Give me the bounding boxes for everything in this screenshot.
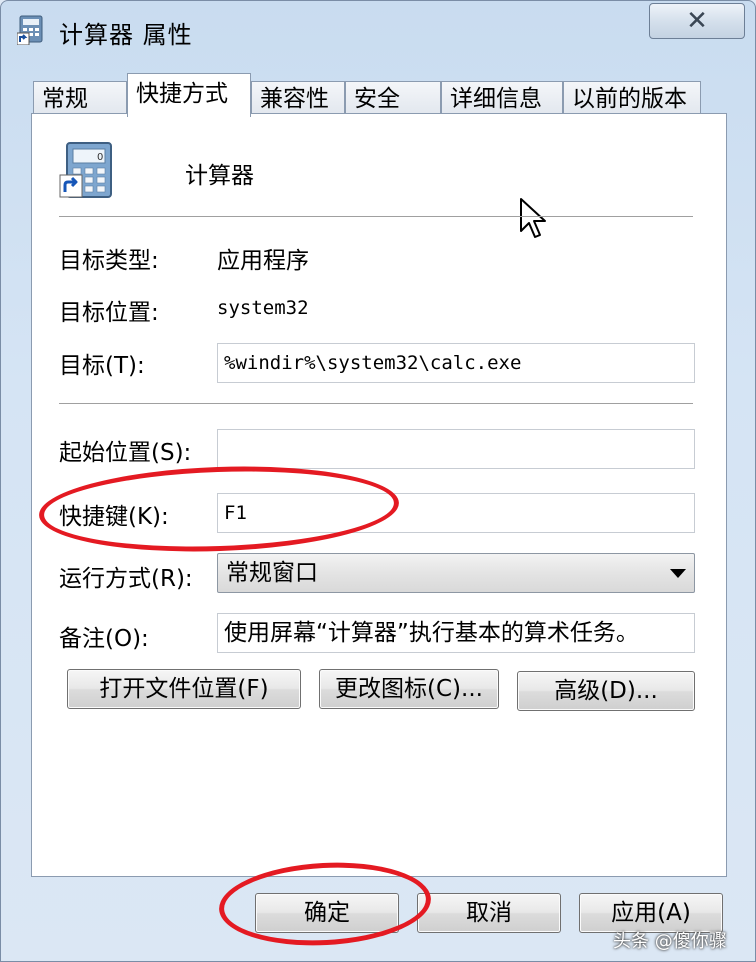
hotkey-field[interactable]: F1 [217, 493, 695, 533]
close-button[interactable]: ✕ [649, 3, 745, 39]
tab-compatibility[interactable]: 兼容性 [251, 81, 345, 115]
comment-label: 备注(O): [59, 626, 149, 652]
target-type-value: 应用程序 [217, 248, 309, 274]
separator [59, 403, 693, 404]
start-in-label: 起始位置(S): [59, 440, 192, 466]
target-location-value: system32 [217, 297, 309, 319]
run-select[interactable]: 常规窗口 [217, 553, 695, 593]
cancel-button[interactable]: 取消 [417, 893, 561, 933]
chevron-down-icon [670, 569, 686, 578]
separator [59, 216, 693, 217]
run-label: 运行方式(R): [59, 566, 193, 592]
tab-general[interactable]: 常规 [33, 81, 127, 115]
run-select-value: 常规窗口 [226, 560, 318, 586]
hotkey-label: 快捷键(K): [59, 504, 169, 530]
target-label: 目标(T): [59, 353, 145, 379]
open-file-location-button[interactable]: 打开文件位置(F) [67, 669, 301, 709]
target-field[interactable]: %windir%\system32\calc.exe [217, 343, 695, 383]
properties-window: 计算器 属性 ✕ 常规 快捷方式 兼容性 安全 详细信息 以前的版本 0 计算器… [0, 0, 756, 962]
tab-details[interactable]: 详细信息 [441, 81, 563, 115]
calculator-icon [17, 15, 43, 45]
close-icon: ✕ [686, 6, 708, 36]
shortcut-name: 计算器 [185, 163, 254, 189]
calculator-icon: 0 [59, 142, 112, 198]
tab-security[interactable]: 安全 [345, 81, 441, 115]
change-icon-button[interactable]: 更改图标(C)... [319, 669, 499, 709]
target-location-label: 目标位置: [59, 300, 159, 326]
tab-previous-versions[interactable]: 以前的版本 [563, 81, 701, 115]
target-type-label: 目标类型: [59, 248, 159, 274]
title-bar[interactable]: 计算器 属性 ✕ [1, 1, 755, 61]
watermark: 头条 @傻你骤 [613, 931, 727, 952]
shortcut-arrow-icon [59, 174, 83, 198]
mouse-cursor-icon [520, 198, 546, 238]
tab-shortcut[interactable]: 快捷方式 [127, 73, 251, 117]
tab-strip: 常规 快捷方式 兼容性 安全 详细信息 以前的版本 [31, 73, 731, 117]
start-in-field[interactable] [217, 429, 695, 469]
advanced-button[interactable]: 高级(D)... [517, 671, 695, 711]
window-title: 计算器 属性 [59, 21, 193, 49]
comment-field[interactable]: 使用屏幕“计算器”执行基本的算术任务。 [217, 613, 695, 653]
ok-button[interactable]: 确定 [255, 893, 399, 933]
svg-text:0: 0 [97, 152, 103, 163]
